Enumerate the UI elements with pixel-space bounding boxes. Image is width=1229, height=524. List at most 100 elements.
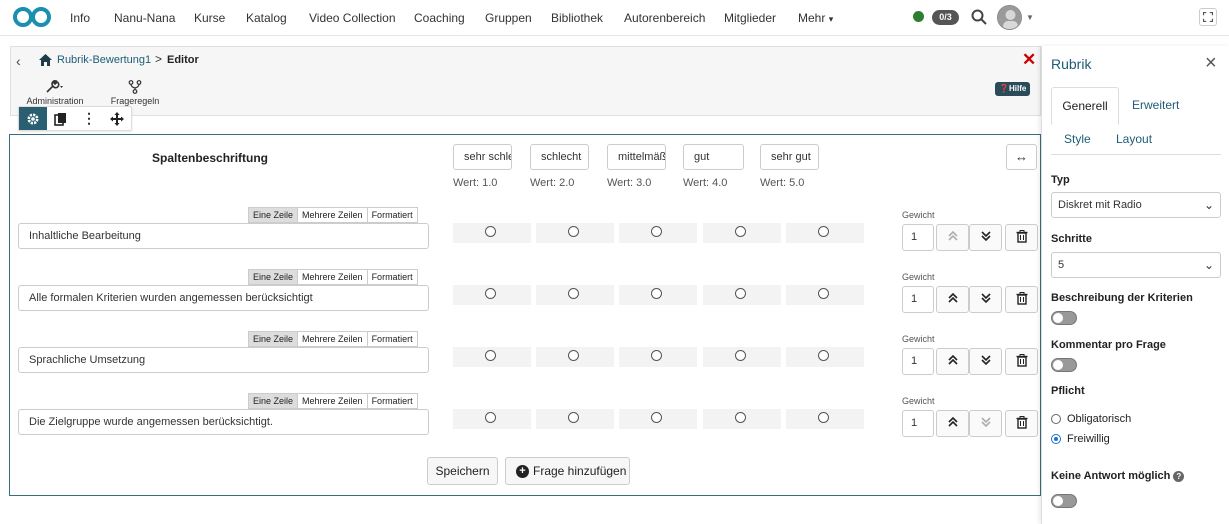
delete-button[interactable] bbox=[1005, 348, 1038, 375]
add-question-button[interactable]: + Frage hinzufügen bbox=[505, 457, 630, 485]
help-icon[interactable]: ? bbox=[1173, 470, 1185, 482]
weight-input[interactable]: 1 bbox=[902, 224, 934, 251]
search-icon[interactable] bbox=[971, 9, 987, 25]
tab-erweitert[interactable]: Erweitert bbox=[1132, 98, 1179, 112]
question-input[interactable]: Sprachliche Umsetzung bbox=[18, 347, 429, 373]
format-tab[interactable]: Mehrere Zeilen bbox=[298, 208, 368, 222]
rating-radio[interactable] bbox=[818, 288, 829, 299]
notification-badge[interactable]: 0/3 bbox=[932, 10, 959, 25]
kommentar-toggle[interactable] bbox=[1051, 358, 1077, 372]
rating-radio[interactable] bbox=[651, 226, 662, 237]
nav-autorenbereich[interactable]: Autorenbereich bbox=[624, 11, 705, 25]
format-tab[interactable]: Formatiert bbox=[368, 208, 417, 222]
rating-radio[interactable] bbox=[818, 226, 829, 237]
move-up-button[interactable] bbox=[936, 224, 969, 251]
rating-radio[interactable] bbox=[818, 350, 829, 361]
move-down-button[interactable] bbox=[969, 410, 1002, 437]
format-tab[interactable]: Formatiert bbox=[368, 270, 417, 284]
nav-video-collection[interactable]: Video Collection bbox=[309, 11, 396, 25]
weight-input[interactable]: 1 bbox=[902, 348, 934, 375]
duplicate-button[interactable] bbox=[47, 107, 75, 130]
nav-mehr[interactable]: Mehr ▾ bbox=[798, 11, 833, 25]
move-button[interactable] bbox=[103, 107, 131, 130]
nav-info[interactable]: Info bbox=[70, 11, 90, 25]
nav-katalog[interactable]: Katalog bbox=[246, 11, 287, 25]
keine-antwort-toggle[interactable] bbox=[1051, 494, 1077, 508]
administration-button[interactable]: Administration bbox=[22, 80, 88, 106]
rating-radio[interactable] bbox=[735, 288, 746, 299]
rating-radio[interactable] bbox=[735, 350, 746, 361]
save-button[interactable]: Speichern bbox=[427, 457, 498, 485]
delete-button[interactable] bbox=[1005, 224, 1038, 251]
question-input[interactable]: Alle formalen Kriterien wurden angemesse… bbox=[18, 285, 429, 311]
frageregeln-button[interactable]: Frageregeln bbox=[107, 80, 163, 106]
move-down-button[interactable] bbox=[969, 224, 1002, 251]
nav-kurse[interactable]: Kurse bbox=[194, 11, 225, 25]
column-label-input[interactable]: mittelmäßig bbox=[607, 144, 666, 170]
move-up-button[interactable] bbox=[936, 348, 969, 375]
delete-button[interactable] bbox=[1005, 410, 1038, 437]
breadcrumb-rubrik[interactable]: Rubrik-Bewertung1 bbox=[57, 54, 151, 66]
nav-coaching[interactable]: Coaching bbox=[414, 11, 465, 25]
radio-freiwillig[interactable] bbox=[1051, 434, 1061, 444]
rating-radio[interactable] bbox=[651, 412, 662, 423]
move-down-button[interactable] bbox=[969, 348, 1002, 375]
format-tab[interactable]: Formatiert bbox=[368, 394, 417, 408]
tab-layout[interactable]: Layout bbox=[1116, 132, 1152, 146]
format-tab[interactable]: Eine Zeile bbox=[249, 332, 299, 346]
format-tab[interactable]: Formatiert bbox=[368, 332, 417, 346]
column-label-input[interactable]: sehr schlecht bbox=[453, 144, 512, 170]
format-tab[interactable]: Mehrere Zeilen bbox=[298, 394, 368, 408]
tab-style[interactable]: Style bbox=[1064, 132, 1091, 146]
rating-radio[interactable] bbox=[485, 350, 496, 361]
swap-columns-button[interactable]: ↔ bbox=[1006, 144, 1037, 170]
move-up-button[interactable] bbox=[936, 286, 969, 313]
rating-radio[interactable] bbox=[651, 350, 662, 361]
format-tab[interactable]: Mehrere Zeilen bbox=[298, 332, 368, 346]
home-icon[interactable] bbox=[39, 54, 52, 66]
rating-radio[interactable] bbox=[735, 412, 746, 423]
rating-radio[interactable] bbox=[818, 412, 829, 423]
nav-nanu-nana[interactable]: Nanu-Nana bbox=[114, 11, 175, 25]
move-up-button[interactable] bbox=[936, 410, 969, 437]
question-input[interactable]: Die Zielgruppe wurde angemessen berücksi… bbox=[18, 409, 429, 435]
nav-gruppen[interactable]: Gruppen bbox=[485, 11, 532, 25]
radio-obligatorisch[interactable] bbox=[1051, 414, 1061, 424]
typ-select[interactable]: Diskret mit Radio ⌄ bbox=[1051, 192, 1221, 218]
rating-radio[interactable] bbox=[651, 288, 662, 299]
tab-generell[interactable]: Generell bbox=[1051, 87, 1119, 125]
rating-radio[interactable] bbox=[568, 412, 579, 423]
weight-input[interactable]: 1 bbox=[902, 410, 934, 437]
format-tab[interactable]: Eine Zeile bbox=[249, 394, 299, 408]
beschreibung-toggle[interactable] bbox=[1051, 311, 1077, 325]
back-arrow-icon[interactable]: ‹ bbox=[16, 53, 21, 69]
format-tab[interactable]: Eine Zeile bbox=[249, 208, 299, 222]
nav-bibliothek[interactable]: Bibliothek bbox=[551, 11, 603, 25]
format-tab[interactable]: Eine Zeile bbox=[249, 270, 299, 284]
fullscreen-icon[interactable] bbox=[1199, 8, 1217, 26]
rating-radio[interactable] bbox=[485, 226, 496, 237]
column-label-input[interactable]: schlecht bbox=[530, 144, 589, 170]
rating-radio[interactable] bbox=[568, 350, 579, 361]
online-status-icon[interactable] bbox=[913, 11, 924, 22]
delete-button[interactable] bbox=[1005, 286, 1038, 313]
chevron-down-icon[interactable]: ▼ bbox=[1026, 13, 1034, 22]
rating-radio[interactable] bbox=[485, 412, 496, 423]
schritte-select[interactable]: 5 ⌄ bbox=[1051, 252, 1221, 278]
settings-button[interactable] bbox=[19, 107, 47, 130]
weight-input[interactable]: 1 bbox=[902, 286, 934, 313]
help-button[interactable]: ❓Hilfe bbox=[995, 82, 1031, 96]
close-icon[interactable]: ✕ bbox=[1022, 50, 1036, 70]
rating-radio[interactable] bbox=[568, 288, 579, 299]
nav-mitglieder[interactable]: Mitglieder bbox=[724, 11, 776, 25]
rating-radio[interactable] bbox=[568, 226, 579, 237]
move-down-button[interactable] bbox=[969, 286, 1002, 313]
column-label-input[interactable]: gut bbox=[683, 144, 744, 170]
rating-radio[interactable] bbox=[735, 226, 746, 237]
column-label-input[interactable]: sehr gut bbox=[760, 144, 819, 170]
rating-radio[interactable] bbox=[485, 288, 496, 299]
format-tab[interactable]: Mehrere Zeilen bbox=[298, 270, 368, 284]
openolat-logo-icon[interactable] bbox=[12, 6, 52, 28]
question-input[interactable]: Inhaltliche Bearbeitung bbox=[18, 223, 429, 249]
avatar[interactable] bbox=[997, 5, 1022, 30]
